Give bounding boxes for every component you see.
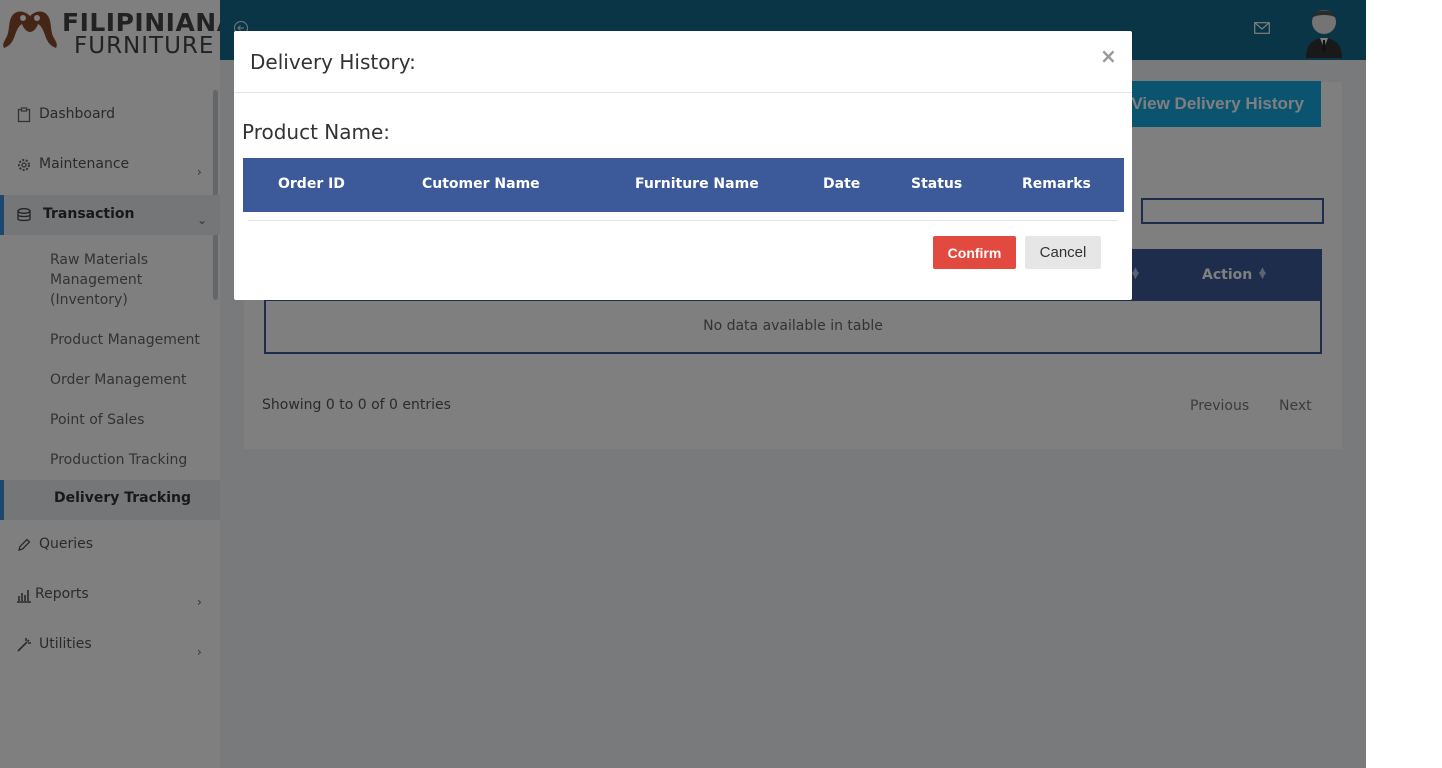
- close-icon[interactable]: ×: [1100, 44, 1117, 68]
- modal-table-border: [243, 210, 1124, 212]
- app-window: FILIPINIANA FURNITURE Dashboard Maintena…: [0, 0, 1366, 768]
- product-name-label: Product Name:: [242, 120, 391, 144]
- confirm-button[interactable]: Confirm: [933, 236, 1016, 269]
- modal-title: Delivery History:: [250, 50, 416, 74]
- column-header-status[interactable]: Status: [911, 176, 962, 192]
- column-header-furniture-name[interactable]: Furniture Name: [635, 176, 759, 192]
- delivery-history-modal: Delivery History: × Product Name: Order …: [234, 31, 1132, 300]
- column-header-date[interactable]: Date: [823, 176, 860, 192]
- cancel-button[interactable]: Cancel: [1025, 236, 1101, 269]
- modal-table-header: Order ID Cutomer Name Furniture Name Dat…: [243, 158, 1124, 210]
- column-header-remarks[interactable]: Remarks: [1022, 176, 1091, 192]
- modal-footer-divider: [248, 220, 1118, 221]
- column-header-customer-name[interactable]: Cutomer Name: [422, 176, 540, 192]
- column-header-order-id[interactable]: Order ID: [278, 176, 345, 192]
- modal-divider: [234, 92, 1132, 93]
